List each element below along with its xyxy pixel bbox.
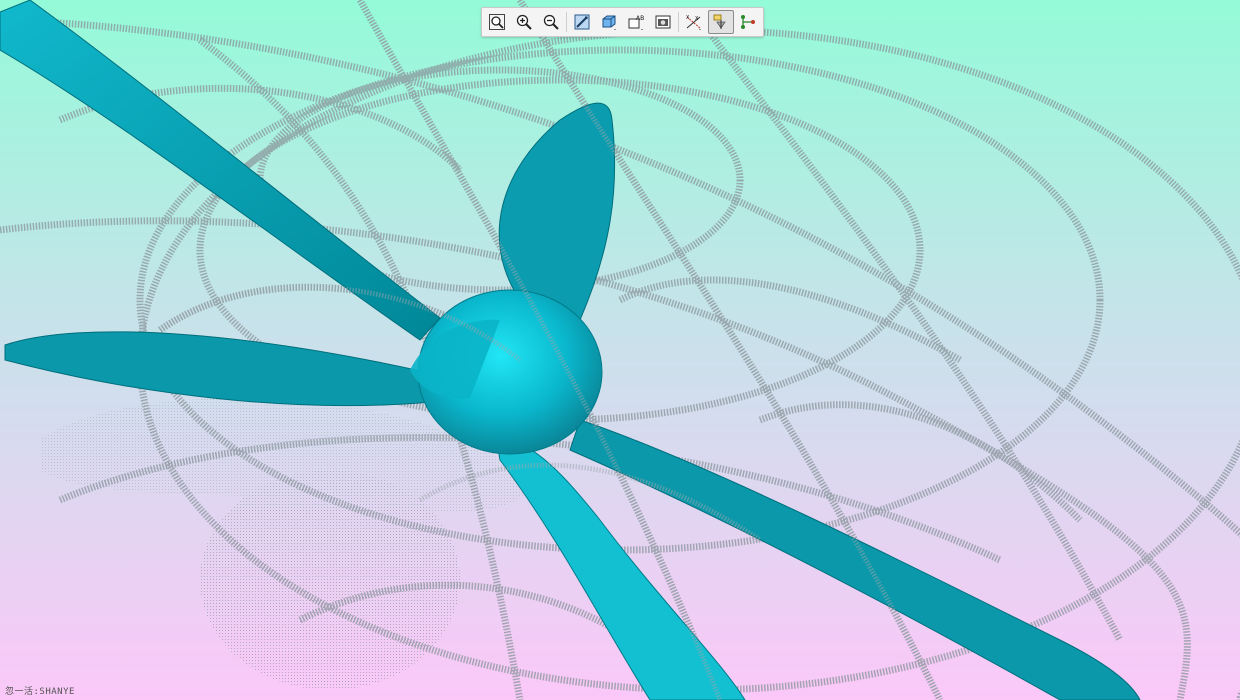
svg-text:AB: AB (636, 15, 644, 22)
zoom-fit-icon (489, 14, 505, 30)
saved-orientations-icon: AB (628, 15, 644, 30)
display-style-button[interactable] (596, 10, 622, 34)
spin-center-icon (741, 15, 755, 29)
zoom-fit-button[interactable] (484, 10, 510, 34)
spin-center-button[interactable] (735, 10, 761, 34)
datum-display-button[interactable]: XX (681, 10, 707, 34)
blade-top (498, 102, 616, 321)
svg-text:X: X (695, 16, 699, 22)
repaint-button[interactable] (569, 10, 595, 34)
model-viewport[interactable] (0, 0, 1240, 700)
view-toolbar: AB XX (481, 7, 764, 37)
zoom-out-button[interactable] (538, 10, 564, 34)
annotation-display-button[interactable] (708, 10, 734, 34)
blade-upper-left (0, 0, 441, 341)
datum-display-icon: XX (686, 15, 701, 30)
zoom-in-button[interactable] (511, 10, 537, 34)
saved-orientations-button[interactable]: AB (623, 10, 649, 34)
view-manager-icon (655, 15, 671, 29)
toolbar-separator (566, 12, 567, 32)
watermark: 忽一活:SHANYE (5, 687, 75, 697)
repaint-icon (574, 14, 590, 30)
svg-text:X: X (686, 15, 690, 21)
toolbar-separator (678, 12, 679, 32)
display-style-icon (602, 15, 616, 30)
propeller-model[interactable] (0, 0, 1240, 700)
blade-left (4, 331, 471, 407)
view-manager-button[interactable] (650, 10, 676, 34)
annotation-display-icon (713, 14, 726, 29)
zoom-out-icon (543, 14, 559, 30)
zoom-in-icon (516, 14, 532, 30)
